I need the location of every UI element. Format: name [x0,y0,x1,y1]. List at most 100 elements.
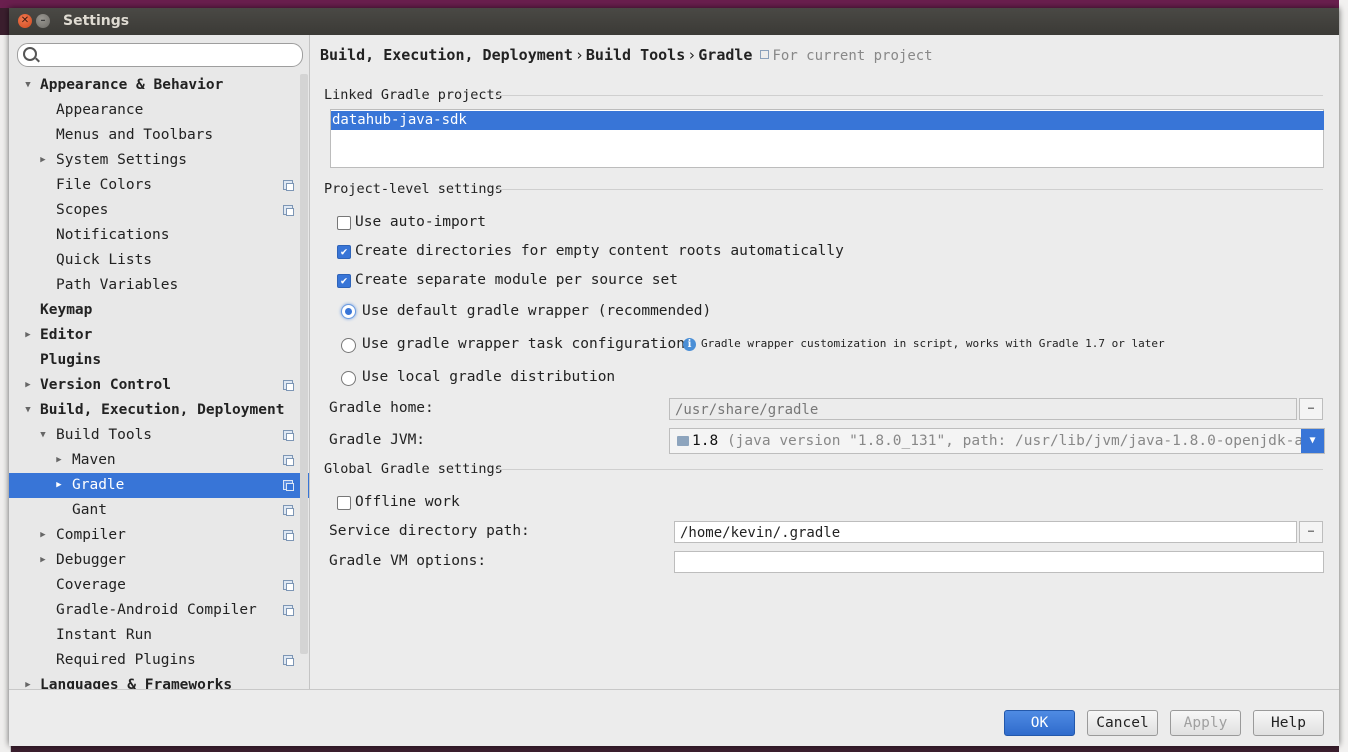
create-dirs-label: Create directories for empty content roo… [355,243,844,259]
project-scope-icon [760,50,770,59]
tree-item-languages-frameworks[interactable]: ▶ Languages & Frameworks [9,673,309,689]
tree-item-label: Coverage [56,577,126,593]
tree-item-label: Compiler [56,527,126,543]
tree-item-debugger[interactable]: ▶ Debugger [9,548,309,573]
tree-item-keymap[interactable]: Keymap [9,298,309,323]
service-directory-field[interactable]: /home/kevin/.gradle [674,521,1297,543]
section-divider [495,189,1323,190]
expand-arrow-icon[interactable]: ▼ [23,73,33,98]
tree-item-appearance[interactable]: Appearance [9,98,309,123]
tree-item-label: Plugins [40,352,102,368]
expand-arrow-icon[interactable]: ▶ [23,373,33,398]
offline-work-checkbox[interactable] [337,496,351,510]
tree-item-scopes[interactable]: Scopes [9,198,309,223]
tree-item-label: Debugger [56,552,126,568]
tree-item-version-control[interactable]: ▶ Version Control [9,373,309,398]
expand-arrow-icon[interactable]: ▶ [38,148,48,173]
tree-item-appearance-behavior[interactable]: ▼ Appearance & Behavior [9,73,309,98]
project-scope-icon [283,580,294,591]
project-scope-icon [283,430,294,441]
tree-item-required-plugins[interactable]: Required Plugins [9,648,309,673]
project-scope-icon [283,605,294,616]
settings-dialog: ✕ – Settings ▼ Appearance & Behavior App… [9,8,1339,746]
breadcrumb-separator: › [687,46,697,64]
expand-arrow-icon[interactable]: ▼ [38,423,48,448]
tree-item-maven[interactable]: ▶ Maven [9,448,309,473]
linked-project-item[interactable]: datahub-java-sdk [331,111,1324,130]
tree-item-build-execution-deployment[interactable]: ▼ Build, Execution, Deployment [9,398,309,423]
tree-item-label: Maven [72,452,116,468]
search-box[interactable] [17,43,303,67]
tree-item-instant-run[interactable]: Instant Run [9,623,309,648]
gradle-settings-panel: Build, Execution, Deployment › Build Tools… [310,35,1339,689]
tree-item-path-variables[interactable]: Path Variables [9,273,309,298]
tree-item-quick-lists[interactable]: Quick Lists [9,248,309,273]
section-divider [495,469,1323,470]
tree-item-label: Gradle-Android Compiler [56,602,257,618]
service-directory-browse-button[interactable]: … [1299,521,1323,543]
vm-options-field[interactable] [674,551,1324,573]
sidebar-scrollbar[interactable] [300,74,308,654]
expand-arrow-icon[interactable]: ▶ [54,448,64,473]
tree-item-menus-toolbars[interactable]: Menus and Toolbars [9,123,309,148]
tree-item-label: File Colors [56,177,153,193]
expand-arrow-icon[interactable]: ▶ [23,323,33,348]
create-dirs-checkbox[interactable]: ✔ [337,245,351,259]
settings-sidebar: ▼ Appearance & Behavior Appearance Menus… [9,35,310,689]
project-scope-icon [283,455,294,466]
project-scope-hint: For current project [760,48,933,64]
tree-item-label: Build, Execution, Deployment [40,402,285,418]
expand-arrow-icon[interactable]: ▶ [54,473,64,498]
tree-item-label: Languages & Frameworks [40,677,233,689]
tree-item-editor[interactable]: ▶ Editor [9,323,309,348]
expand-arrow-icon[interactable]: ▶ [38,523,48,548]
help-button[interactable]: Help [1253,710,1324,736]
apply-button[interactable]: Apply [1170,710,1241,736]
expand-arrow-icon[interactable]: ▼ [23,398,33,423]
tree-item-gradle-android-compiler[interactable]: Gradle-Android Compiler [9,598,309,623]
close-icon[interactable]: ✕ [18,14,32,28]
tree-item-gradle[interactable]: ▶ Gradle [9,473,309,498]
wrapper-task-radio[interactable] [341,338,356,353]
linked-projects-list[interactable]: datahub-java-sdk [330,109,1324,168]
gradle-jvm-select[interactable]: 1.8 (java version "1.8.0_131", path: /us… [669,428,1325,454]
tree-item-label: Version Control [40,377,171,393]
global-settings-heading: Global Gradle settings [324,461,503,477]
expand-arrow-icon[interactable]: ▶ [23,673,33,689]
auto-import-checkbox[interactable] [337,216,351,230]
tree-item-label: Appearance [56,102,144,118]
project-settings-heading: Project-level settings [324,181,503,197]
ok-button[interactable]: OK [1004,710,1075,736]
project-scope-icon [283,655,294,666]
desktop-background [0,0,1348,8]
tree-item-build-tools[interactable]: ▼ Build Tools [9,423,309,448]
default-wrapper-radio[interactable] [341,304,356,319]
tree-item-file-colors[interactable]: File Colors [9,173,309,198]
tree-item-label: Appearance & Behavior [40,77,224,93]
cancel-button[interactable]: Cancel [1087,710,1158,736]
tree-item-label: Gradle [72,477,125,493]
gradle-home-browse-button[interactable]: … [1299,398,1323,420]
tree-item-compiler[interactable]: ▶ Compiler [9,523,309,548]
tree-item-label: Keymap [40,302,93,318]
tree-item-gant[interactable]: Gant [9,498,309,523]
expand-arrow-icon[interactable]: ▶ [38,548,48,573]
tree-item-notifications[interactable]: Notifications [9,223,309,248]
tree-item-system-settings[interactable]: ▶ System Settings [9,148,309,173]
gradle-home-field[interactable]: /usr/share/gradle [669,398,1297,420]
tree-item-label: Required Plugins [56,652,196,668]
project-scope-icon [283,205,294,216]
search-input[interactable] [40,45,299,65]
tree-item-coverage[interactable]: Coverage [9,573,309,598]
tree-item-label: Path Variables [56,277,179,293]
jvm-version: 1.8 [692,433,719,449]
dialog-footer: OK Cancel Apply Help [9,689,1339,746]
tree-item-label: Menus and Toolbars [56,127,214,143]
chevron-down-icon[interactable]: ▼ [1301,429,1324,453]
local-distribution-label: Use local gradle distribution [362,369,616,385]
tree-item-plugins[interactable]: Plugins [9,348,309,373]
minimize-icon[interactable]: – [36,14,50,28]
tree-item-label: Scopes [56,202,109,218]
local-distribution-radio[interactable] [341,371,356,386]
separate-module-checkbox[interactable]: ✔ [337,274,351,288]
